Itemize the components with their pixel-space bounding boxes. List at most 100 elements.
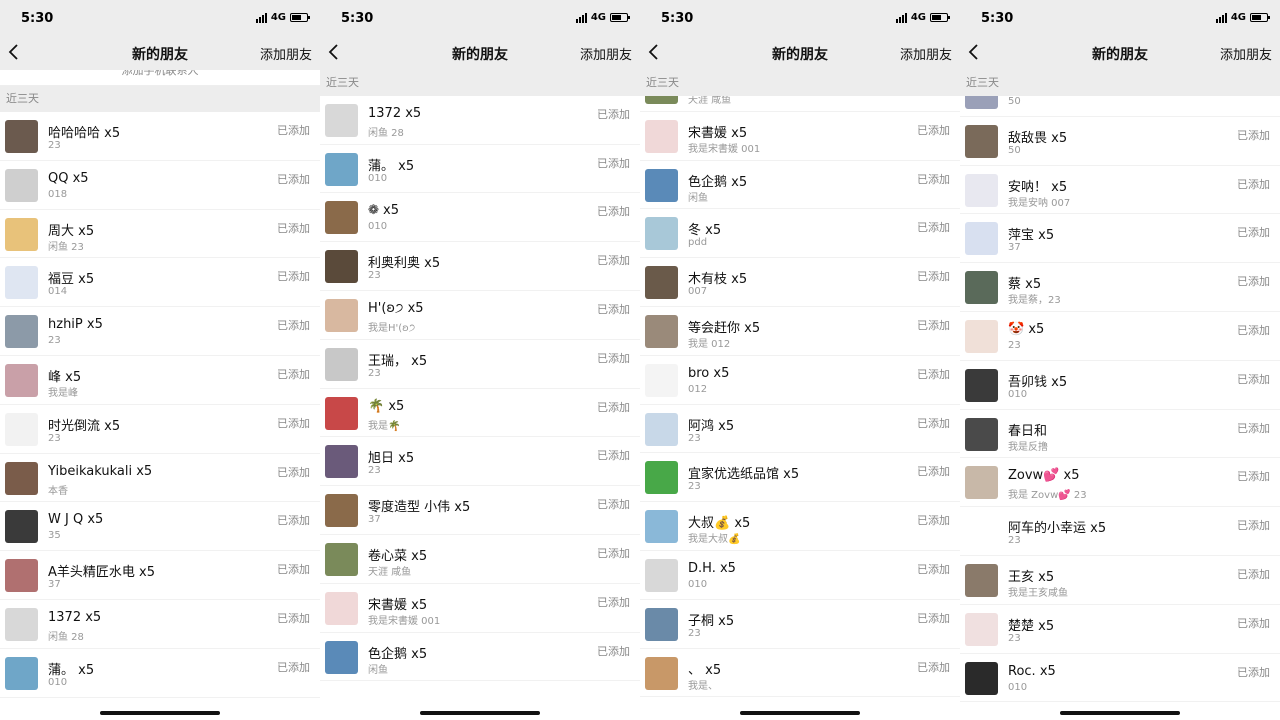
avatar[interactable]: [965, 222, 998, 256]
friend-row[interactable]: 王亥 x5 我是王亥咸鱼 已添加: [960, 556, 1280, 605]
chevron-left-icon[interactable]: [966, 42, 982, 62]
avatar[interactable]: [645, 510, 678, 544]
friend-row[interactable]: 冬 x5 pdd 已添加: [640, 209, 960, 259]
avatar[interactable]: [325, 298, 358, 332]
avatar[interactable]: [5, 607, 38, 641]
avatar[interactable]: [645, 119, 678, 153]
friend-row[interactable]: 子桐 x5 23 已添加: [640, 600, 960, 649]
friend-row[interactable]: 卷心菜 x5 天涯 咸鱼 已添加: [320, 535, 640, 584]
friend-row[interactable]: 萍宝 x5 37 已添加: [960, 214, 1280, 264]
friend-row[interactable]: 哈哈哈哈 x5 23 已添加: [0, 112, 320, 161]
friend-row[interactable]: 1372 x5 闲鱼 28 已添加: [0, 600, 320, 649]
friend-row[interactable]: QQ x5 018 已添加: [0, 161, 320, 210]
friend-row[interactable]: 阿鸿 x5 23 已添加: [640, 405, 960, 454]
friend-list-container[interactable]: 添加手机联系人 近三天 哈哈哈哈 x5 23 已添加 QQ x5 018 已添加 周大 x5 闲鱼…: [0, 43, 320, 720]
add-friend-button[interactable]: 添加朋友: [260, 44, 312, 63]
friend-row[interactable]: Yibeikakukali x5 本香 已添加: [0, 454, 320, 503]
avatar[interactable]: [325, 591, 358, 625]
friend-row[interactable]: 楚楚 x5 23 已添加: [960, 605, 1280, 654]
avatar[interactable]: [325, 396, 358, 430]
friend-row[interactable]: 利奥利奥 x5 23 已添加: [320, 242, 640, 291]
friend-row[interactable]: 宜家优选纸品馆 x5 23 已添加: [640, 453, 960, 503]
avatar[interactable]: [645, 607, 678, 641]
friend-row[interactable]: 宋書媛 x5 我是宋書媛 001 已添加: [320, 584, 640, 633]
friend-row[interactable]: 蔡 x5 我是蔡，23 已添加: [960, 263, 1280, 312]
friend-list-container[interactable]: 50 敌敌畏 x5 50 已添加 安呐！ x5 我是安呐 007 已添加 萍宝 x5 37 已添加…: [960, 70, 1280, 720]
friend-row[interactable]: ❁ x5 010 已添加: [320, 193, 640, 243]
friend-row[interactable]: 吾卯钱 x5 010 已添加: [960, 361, 1280, 410]
avatar[interactable]: [5, 461, 38, 495]
avatar[interactable]: [5, 315, 38, 349]
friend-row[interactable]: 敌敌畏 x5 50 已添加: [960, 117, 1280, 166]
friend-row[interactable]: 阿车的小幸运 x5 23 已添加: [960, 507, 1280, 556]
chevron-left-icon[interactable]: [6, 42, 22, 62]
friend-row[interactable]: 等会赶你 x5 我是 012 已添加: [640, 307, 960, 356]
friend-row[interactable]: 旭日 x5 23 已添加: [320, 437, 640, 487]
avatar[interactable]: [645, 656, 678, 690]
friend-row[interactable]: 峰 x5 我是峰 已添加: [0, 356, 320, 405]
avatar[interactable]: [325, 445, 358, 479]
friend-row[interactable]: bro x5 012 已添加: [640, 356, 960, 405]
add-friend-button[interactable]: 添加朋友: [900, 44, 952, 63]
friend-row[interactable]: Zovw💕 x5 我是 Zovw💕 23 已添加: [960, 458, 1280, 508]
avatar[interactable]: [645, 168, 678, 202]
friend-row[interactable]: 宋書媛 x5 我是宋書媛 001 已添加: [640, 112, 960, 161]
avatar[interactable]: [5, 120, 38, 153]
friend-row[interactable]: 王瑞， x5 23 已添加: [320, 340, 640, 389]
avatar[interactable]: [965, 612, 998, 646]
avatar[interactable]: [325, 103, 358, 137]
avatar[interactable]: [325, 201, 358, 235]
friend-row[interactable]: 安呐！ x5 我是安呐 007 已添加: [960, 166, 1280, 215]
avatar[interactable]: [645, 412, 678, 446]
chevron-left-icon[interactable]: [326, 42, 342, 62]
friend-row[interactable]: 色企鹅 x5 闲鱼 已添加: [320, 633, 640, 682]
avatar[interactable]: [5, 168, 38, 202]
friend-row[interactable]: hzhiP x5 23 已添加: [0, 307, 320, 356]
friend-row[interactable]: 1372 x5 闲鱼 28 已添加: [320, 96, 640, 145]
friend-row[interactable]: 、 x5 我是、 已添加: [640, 649, 960, 698]
avatar[interactable]: [645, 217, 678, 251]
avatar[interactable]: [325, 347, 358, 381]
avatar[interactable]: [965, 417, 998, 451]
friend-list-container[interactable]: 天涯 咸鱼 宋書媛 x5 我是宋書媛 001 已添加 色企鹅 x5 闲鱼 已添加冬 x5 pd…: [640, 70, 960, 720]
friend-row[interactable]: 时光倒流 x5 23 已添加: [0, 405, 320, 454]
avatar[interactable]: [965, 124, 998, 158]
avatar[interactable]: [5, 363, 38, 397]
avatar[interactable]: [5, 217, 38, 251]
avatar[interactable]: [5, 656, 38, 690]
avatar[interactable]: [325, 250, 358, 284]
avatar[interactable]: [325, 640, 358, 674]
avatar[interactable]: [5, 559, 38, 593]
avatar[interactable]: [965, 515, 998, 549]
add-friend-button[interactable]: 添加朋友: [1220, 44, 1272, 63]
friend-row[interactable]: 大叔💰 x5 我是大叔💰 已添加: [640, 502, 960, 551]
avatar[interactable]: [965, 466, 998, 500]
avatar[interactable]: [5, 412, 38, 446]
avatar[interactable]: [5, 510, 38, 544]
friend-row[interactable]: 周大 x5 闲鱼 23 已添加: [0, 210, 320, 259]
avatar[interactable]: [965, 319, 998, 353]
friend-row[interactable]: H'(ʚ੭ x5 我是H'(ʚ੭ 已添加: [320, 291, 640, 340]
friend-row[interactable]: 色企鹅 x5 闲鱼 已添加: [640, 161, 960, 210]
avatar[interactable]: [965, 661, 998, 695]
avatar[interactable]: [965, 368, 998, 402]
friend-row[interactable]: 🤡 x5 23 已添加: [960, 312, 1280, 361]
friend-list-container[interactable]: A羊头精匠水电 x537已添加1372 x5闲鱼 28已添加蒲。 x5010已添…: [320, 55, 640, 720]
avatar[interactable]: [645, 266, 678, 300]
friend-row[interactable]: 福豆 x5 014 已添加: [0, 258, 320, 308]
avatar[interactable]: [645, 558, 678, 592]
friend-row[interactable]: 蒲。 x5 010 已添加: [320, 145, 640, 194]
friend-row[interactable]: 木有枝 x5 007 已添加: [640, 258, 960, 307]
friend-row[interactable]: Roc. x5 010 已添加: [960, 654, 1280, 703]
avatar[interactable]: [325, 542, 358, 576]
avatar[interactable]: [965, 173, 998, 207]
avatar[interactable]: [325, 152, 358, 186]
friend-row[interactable]: 🌴 x5 我是🌴 已添加: [320, 389, 640, 438]
friend-row[interactable]: 零度造型 小伟 x5 37 已添加: [320, 486, 640, 535]
avatar[interactable]: [645, 363, 678, 397]
friend-row[interactable]: A羊头精匠水电 x537 已添加: [0, 551, 320, 600]
chevron-left-icon[interactable]: [646, 42, 662, 62]
avatar[interactable]: [645, 461, 678, 495]
friend-row[interactable]: 春日和 我是反撸 已添加: [960, 410, 1280, 459]
avatar[interactable]: [5, 266, 38, 300]
